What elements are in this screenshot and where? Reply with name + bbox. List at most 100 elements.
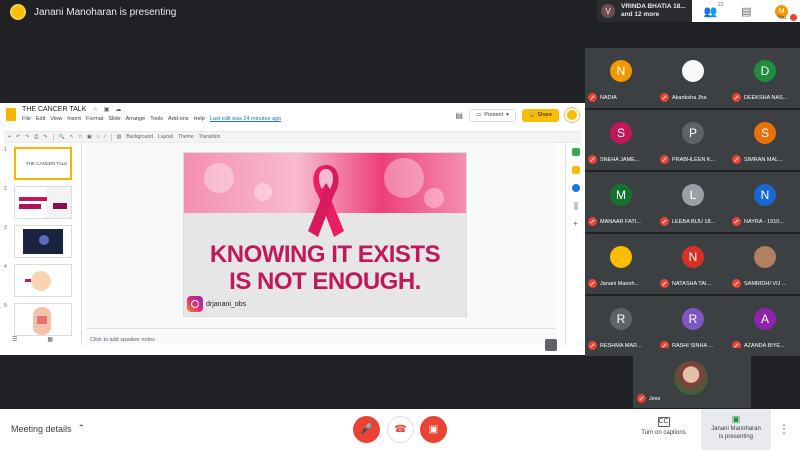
share-label: Share	[537, 112, 552, 118]
filmstrip-view-icon[interactable]: ☰	[12, 336, 17, 343]
present-now-line1: Janani Manoharan	[711, 426, 761, 432]
present-now-button[interactable]: ▣ Janani Manoharan is presenting	[701, 409, 771, 450]
people-icon[interactable]: 👥 21	[704, 2, 724, 18]
pink-ribbon-icon	[308, 165, 344, 237]
current-slide[interactable]: KNOWING IT EXISTS IS NOT ENOUGH. drjanan…	[184, 153, 466, 316]
explore-icon[interactable]	[545, 339, 557, 351]
mic-off-icon	[588, 217, 597, 226]
captions-button[interactable]: CC Turn on captions	[636, 417, 691, 436]
participant-grid: N NADIA Akanksha Jha D DEEKSHA NAS... S SNEHA …	[585, 48, 800, 356]
menu-view[interactable]: View	[50, 116, 62, 122]
participant-name: SAMRIDHI VIJ ...	[744, 280, 787, 287]
participant-avatar: R	[682, 308, 704, 330]
menu-format[interactable]: Format	[86, 116, 103, 122]
slide-thumbnail[interactable]	[14, 264, 72, 297]
participant-name-row: NATASHA TAI...	[660, 279, 728, 288]
tasks-icon[interactable]	[571, 184, 580, 192]
participant-name-row: SNEHA JAME...	[588, 155, 656, 164]
toolbar-transition[interactable]: Transition	[199, 134, 221, 140]
participant-avatar: S	[610, 122, 632, 144]
jess-avatar	[674, 361, 708, 395]
paint-format-icon[interactable]: ✎	[43, 134, 47, 140]
participant-name: DEEKSHA NAS...	[744, 94, 788, 101]
toolbar-background[interactable]: Background	[126, 134, 153, 140]
thumb-number: 4	[4, 264, 7, 270]
keep-icon[interactable]	[571, 166, 580, 174]
thumb-row-2[interactable]: 2	[4, 186, 72, 219]
participant-avatar	[682, 60, 704, 82]
comments-icon[interactable]: ▤	[455, 111, 463, 120]
menu-arrange[interactable]: Arrange	[126, 116, 146, 122]
meeting-details-button[interactable]: Meeting details ⌃	[11, 423, 85, 434]
participant-name: Janani Manoh...	[600, 280, 640, 287]
slide-thumbnail[interactable]: THE CANCER TALK	[14, 147, 72, 180]
undo-icon[interactable]: ↶	[16, 134, 20, 140]
speaker-notes[interactable]: Click to add speaker notes	[90, 337, 155, 343]
line-icon[interactable]: ∕	[105, 134, 106, 140]
shape-icon[interactable]: ○	[97, 134, 100, 140]
participant-avatar	[610, 246, 632, 268]
move-icon[interactable]: ▣	[104, 106, 110, 113]
sheets-icon[interactable]	[571, 148, 580, 156]
participant-tile: M MANAAR FATI...	[585, 172, 657, 232]
menu-addons[interactable]: Add-ons	[168, 116, 189, 122]
last-edit-link[interactable]: Last edit was 24 minutes ago	[210, 116, 281, 122]
thumb-row-5[interactable]: 5	[4, 303, 72, 336]
slide-thumbnail[interactable]	[14, 303, 72, 336]
mic-off-icon	[660, 155, 669, 164]
menu-file[interactable]: File	[22, 116, 31, 122]
thumb-row-3[interactable]: 3	[4, 225, 72, 258]
select-icon[interactable]: ↖	[70, 134, 74, 140]
zoom-icon[interactable]: 🔍	[59, 134, 65, 140]
account-avatar[interactable]	[565, 108, 579, 122]
add-icon[interactable]: +	[572, 220, 580, 228]
participant-avatar: L	[682, 184, 704, 206]
image-icon[interactable]: ▣	[87, 134, 92, 140]
participant-tile: S SIMRAN MAL...	[729, 110, 800, 170]
present-button[interactable]: ▭ Present ▾	[468, 108, 516, 122]
thumb-number: 2	[4, 186, 7, 192]
menu-slide[interactable]: Slide	[108, 116, 120, 122]
slide-headline: KNOWING IT EXISTS IS NOT ENOUGH.	[184, 241, 466, 295]
participant-name-row: DEEKSHA NAS...	[732, 93, 800, 102]
slide-thumbnail[interactable]	[14, 225, 72, 258]
share-button[interactable]: 🔒 Share	[521, 108, 559, 122]
participant-tile: Akanksha Jha	[657, 48, 729, 108]
thumb-row-1[interactable]: 1 THE CANCER TALK	[4, 147, 72, 180]
mic-toggle-button[interactable]: 🎤	[353, 416, 380, 443]
print-icon[interactable]: ⎙	[34, 134, 38, 140]
redo-icon[interactable]: ↷	[25, 134, 29, 140]
toolbar-layout[interactable]: Layout	[158, 134, 173, 140]
menu-edit[interactable]: Edit	[36, 116, 45, 122]
leave-call-button[interactable]: ☎	[387, 416, 414, 443]
comment-add-icon[interactable]: ▧	[117, 134, 122, 140]
grid-view-icon[interactable]: ▦	[47, 336, 53, 343]
participant-name: PRABHLEEN K...	[672, 156, 716, 163]
phone-hangup-icon: ☎	[394, 424, 407, 435]
toolbar-divider	[52, 133, 54, 141]
doc-title[interactable]: THE CANCER TALK	[22, 106, 86, 113]
participant-name: Jess	[649, 395, 661, 402]
participants-chip[interactable]: V VRINDA BHATIA 18... and 12 more	[597, 0, 692, 22]
menu-insert[interactable]: Insert	[67, 116, 81, 122]
participant-avatar: D	[754, 60, 776, 82]
thumb-row-4[interactable]: 4	[4, 264, 72, 297]
participant-tile: Janani Manoh...	[585, 234, 657, 294]
present-icon: ▭	[475, 112, 482, 118]
participant-name-row: SIMRAN MAL...	[732, 155, 800, 164]
toolbar-theme[interactable]: Theme	[178, 134, 194, 140]
menu-tools[interactable]: Tools	[150, 116, 163, 122]
star-icon[interactable]: ☆	[92, 106, 97, 113]
new-slide-icon[interactable]: +	[8, 134, 11, 140]
title-block: THE CANCER TALK ☆ ▣ ☁ File Edit View Ins…	[22, 106, 281, 122]
cloud-icon: ☁	[115, 107, 122, 113]
menu-help[interactable]: Help	[194, 116, 205, 122]
slide-thumbnail[interactable]	[14, 186, 72, 219]
participant-name: NADIA	[600, 94, 617, 101]
participant-avatar: N	[754, 184, 776, 206]
more-options-icon[interactable]: ⋮	[778, 422, 790, 436]
jess-name-row: Jess	[637, 394, 705, 403]
textbox-icon[interactable]: □	[79, 134, 82, 140]
chat-icon[interactable]: ▤	[741, 5, 751, 18]
camera-toggle-button[interactable]: ▣	[420, 416, 447, 443]
